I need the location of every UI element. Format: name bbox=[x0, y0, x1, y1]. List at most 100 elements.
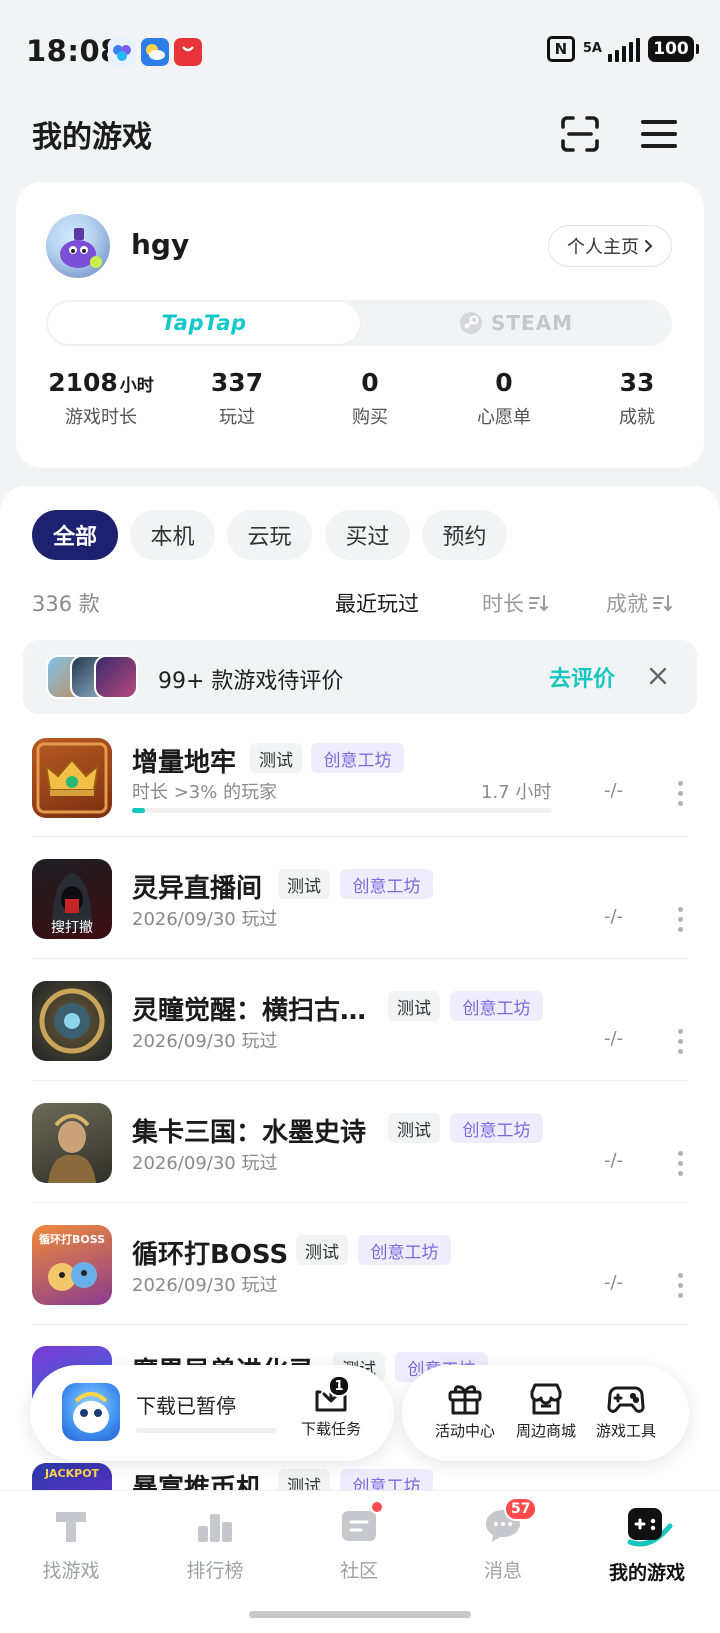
homepage-button[interactable]: 个人主页 bbox=[548, 225, 672, 267]
more-icon[interactable] bbox=[678, 1029, 684, 1059]
taptap-icon bbox=[56, 1512, 86, 1542]
stat-label: 玩过 bbox=[219, 407, 255, 428]
stat-value: 33 bbox=[619, 368, 655, 397]
sort-recent[interactable]: 最近玩过 bbox=[335, 588, 419, 618]
game-score: -/- bbox=[604, 1028, 624, 1049]
menu-icon[interactable] bbox=[640, 118, 678, 150]
game-tools-button[interactable]: 游戏工具 bbox=[589, 1382, 663, 1441]
more-icon[interactable] bbox=[678, 781, 684, 811]
game-icon[interactable]: 搜打撤 bbox=[32, 859, 112, 939]
tag-test: 测试 bbox=[388, 991, 440, 1021]
scan-icon[interactable] bbox=[560, 115, 600, 153]
more-icon[interactable] bbox=[678, 1273, 684, 1303]
sort-achievements[interactable]: 成就 bbox=[606, 588, 672, 618]
stat-achievements[interactable]: 33 成就 bbox=[572, 368, 702, 429]
activity-center-button[interactable]: 活动中心 bbox=[430, 1382, 500, 1441]
tab-steam[interactable]: STEAM bbox=[362, 302, 670, 344]
playtime-progress-fill bbox=[132, 808, 145, 813]
nav-find-games[interactable]: 找游戏 bbox=[11, 1506, 131, 1583]
nav-rankings[interactable]: 排行榜 bbox=[155, 1506, 275, 1583]
download-status: 下载已暂停 bbox=[136, 1394, 236, 1418]
more-icon[interactable] bbox=[678, 1151, 684, 1181]
download-count-badge: 1 bbox=[328, 1375, 350, 1397]
game-title[interactable]: 循环打BOSS bbox=[132, 1234, 288, 1271]
filter-chip-bought[interactable]: 买过 bbox=[325, 510, 410, 560]
game-icon[interactable] bbox=[32, 981, 112, 1061]
sort-label: 成就 bbox=[606, 592, 648, 616]
divider bbox=[32, 1080, 688, 1081]
merch-store-button[interactable]: 周边商城 bbox=[509, 1382, 583, 1441]
avatar[interactable] bbox=[46, 214, 110, 278]
game-score: -/- bbox=[604, 906, 624, 927]
game-icon-text: 搜打撤 bbox=[51, 920, 93, 936]
app-gallery-icon bbox=[174, 38, 202, 66]
nav-label: 找游戏 bbox=[42, 1560, 100, 1582]
gift-icon bbox=[448, 1385, 482, 1415]
playtime-progress-track bbox=[132, 808, 552, 813]
review-now-link[interactable]: 去评价 bbox=[549, 661, 615, 693]
game-subtitle: 2026/09/30 玩过 bbox=[132, 1275, 278, 1296]
steam-icon bbox=[459, 312, 482, 334]
more-icon[interactable] bbox=[678, 907, 684, 937]
game-icon[interactable]: 循环打BOSS bbox=[32, 1225, 112, 1305]
stat-value: 2108 bbox=[48, 368, 118, 397]
download-progress-track bbox=[136, 1428, 276, 1433]
review-banner-text: 99+ 款游戏待评价 bbox=[158, 669, 344, 694]
game-subtitle: 2026/09/30 玩过 bbox=[132, 909, 278, 930]
stat-play-time[interactable]: 2108 小时 游戏时长 bbox=[36, 368, 166, 429]
signal-icon bbox=[608, 36, 640, 62]
stat-value: 0 bbox=[361, 368, 379, 397]
game-icon[interactable] bbox=[32, 1103, 112, 1183]
chevron-right-icon bbox=[645, 240, 653, 252]
game-subtitle: 时长 >3% 的玩家 bbox=[132, 782, 278, 803]
stat-wishlist[interactable]: 0 心愿单 bbox=[439, 368, 569, 429]
status-time: 18:08 bbox=[26, 34, 121, 68]
filter-chip-all[interactable]: 全部 bbox=[32, 510, 118, 560]
nav-messages[interactable]: 消息 bbox=[443, 1506, 563, 1583]
sort-icon bbox=[653, 595, 672, 612]
tool-label: 周边商城 bbox=[515, 1422, 576, 1440]
divider bbox=[32, 1202, 688, 1203]
close-icon[interactable] bbox=[646, 664, 670, 688]
sort-icon bbox=[529, 595, 548, 612]
downloading-game-icon[interactable] bbox=[62, 1383, 120, 1441]
nav-label: 我的游戏 bbox=[608, 1562, 685, 1584]
username: hgy bbox=[131, 228, 190, 261]
game-icon[interactable] bbox=[32, 738, 112, 818]
game-title[interactable]: 灵异直播间 bbox=[132, 868, 262, 905]
app-root: 18:08 N 5A 100 我的游戏 hgy 个人主页 TapTap STEA… bbox=[0, 0, 720, 1633]
divider bbox=[32, 1324, 688, 1325]
sort-duration[interactable]: 时长 bbox=[482, 588, 548, 618]
stat-label: 心愿单 bbox=[477, 407, 531, 428]
download-tasks-label: 下载任务 bbox=[300, 1420, 361, 1438]
battery-icon: 100 bbox=[648, 36, 699, 62]
divider bbox=[32, 836, 688, 837]
nav-my-games[interactable]: 我的游戏 bbox=[587, 1506, 707, 1585]
tool-label: 活动中心 bbox=[434, 1422, 495, 1440]
nfc-icon: N bbox=[546, 36, 575, 62]
game-title[interactable]: 灵瞳觉醒：横扫古… bbox=[132, 990, 366, 1027]
game-score: -/- bbox=[604, 780, 624, 801]
home-indicator[interactable] bbox=[249, 1611, 471, 1618]
stat-value: 0 bbox=[495, 368, 513, 397]
filter-chip-local[interactable]: 本机 bbox=[130, 510, 215, 560]
banner-game-thumb bbox=[94, 655, 138, 699]
filter-chip-reserved[interactable]: 预约 bbox=[422, 510, 507, 560]
stat-purchased[interactable]: 0 购买 bbox=[305, 368, 435, 429]
tag-test: 测试 bbox=[296, 1235, 348, 1265]
game-score: -/- bbox=[604, 1272, 624, 1293]
filter-chip-cloud[interactable]: 云玩 bbox=[227, 510, 312, 560]
game-title[interactable]: 集卡三国：水墨史诗 bbox=[132, 1112, 366, 1149]
stat-played[interactable]: 337 玩过 bbox=[172, 368, 302, 429]
game-count: 336 款 bbox=[32, 592, 100, 616]
tool-label: 游戏工具 bbox=[595, 1422, 656, 1440]
tag-test: 测试 bbox=[250, 743, 302, 773]
game-title[interactable]: 增量地牢 bbox=[132, 742, 236, 779]
rankings-icon bbox=[198, 1514, 232, 1542]
game-score: -/- bbox=[604, 1150, 624, 1171]
tag-workshop: 创意工坊 bbox=[311, 743, 404, 773]
stat-label: 游戏时长 bbox=[65, 407, 137, 428]
tab-taptap[interactable]: TapTap bbox=[48, 302, 360, 344]
stat-label: 成就 bbox=[619, 407, 655, 428]
nav-community[interactable]: 社区 bbox=[299, 1506, 419, 1583]
